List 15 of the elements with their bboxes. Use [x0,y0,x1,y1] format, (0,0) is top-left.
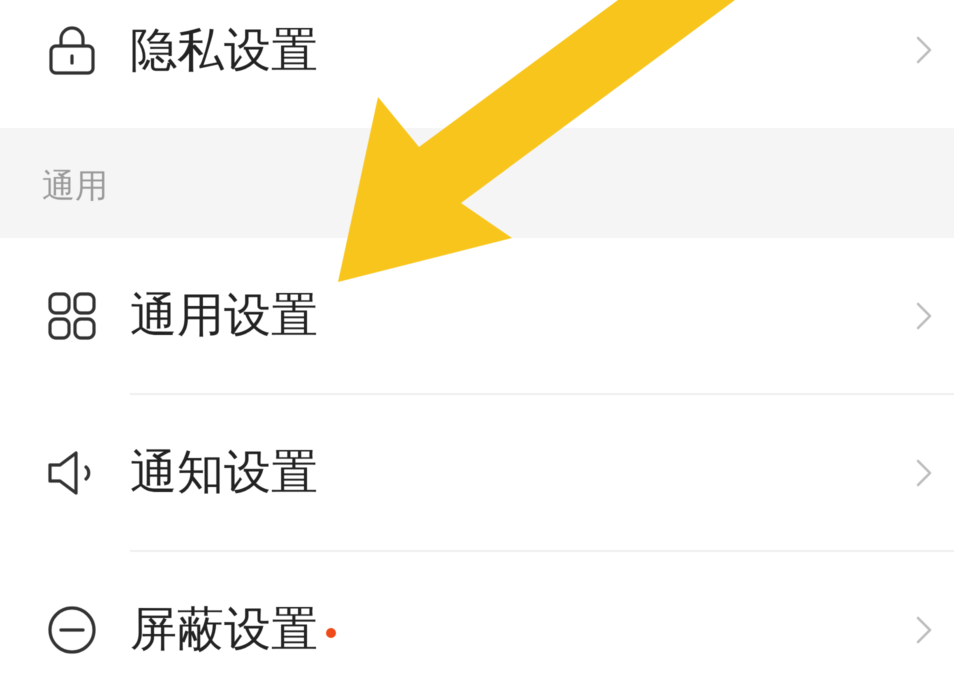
grid-icon [46,290,98,342]
row-label: 通知设置 [130,449,318,496]
row-label: 隐私设置 [130,26,318,74]
chevron-right-icon [916,302,932,330]
chevron-right-icon [916,458,932,486]
settings-row[interactable]: 通用设置 [0,238,954,393]
chevron-right-icon [916,36,932,64]
settings-row[interactable]: 通知设置 [0,395,954,550]
chevron-right-icon [916,616,932,644]
section-title: 通用 [42,164,108,206]
minus-circle-icon [46,604,98,656]
settings-row[interactable]: 隐私设置 [0,0,954,128]
settings-row[interactable]: 屏蔽设置 [0,552,954,676]
row-label: 通用设置 [130,292,318,339]
row-label: 屏蔽设置 [130,606,318,653]
